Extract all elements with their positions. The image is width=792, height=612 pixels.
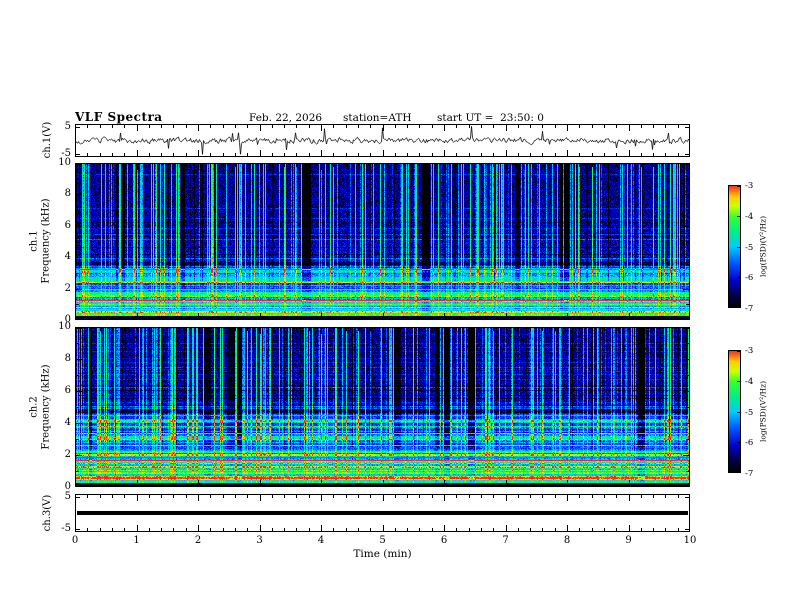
colorbar-ch2-tick-label: -6 [745, 438, 754, 449]
x-tick-label: 8 [563, 535, 571, 546]
colorbar-ch2-tick-label: -7 [745, 469, 754, 479]
header-station: station=ATH [343, 112, 412, 124]
x-tick-label: 1 [133, 535, 140, 546]
x-tick-label: 4 [317, 535, 325, 546]
x-tick-label: 0 [71, 535, 79, 546]
ch1-spec-y-tick-label: 8 [64, 188, 71, 200]
colorbar-ch2-tick-label: -5 [745, 407, 754, 418]
x-axis-label: Time (min) [353, 548, 412, 560]
ch2-spec-y-tick-label: 6 [64, 385, 71, 396]
ch1-spec-ylabel-line1: ch.1 [28, 230, 40, 252]
page-title: VLF Spectra [75, 110, 163, 124]
colorbar-ch1-tick-label: -4 [745, 211, 754, 222]
ch1-spec-y-tick-label: 10 [58, 157, 71, 168]
ch1-spec-ylabel: ch.1 Frequency (kHz) [29, 163, 53, 320]
ch2-spec-y-tick-label: 10 [58, 321, 71, 332]
ch2-spec-y-tick-label: 2 [64, 449, 71, 460]
colorbar-ch2-tick-label: -3 [745, 346, 754, 356]
x-tick-label: 3 [256, 535, 263, 546]
ch1-spec-ylabel-line2: Frequency (kHz) [40, 198, 52, 284]
ch3-waveform-canvas [75, 494, 690, 532]
ch1-spec-y-tick-label: 6 [64, 219, 71, 231]
header-start-ut: start UT = 23:50: 0 [437, 112, 544, 124]
ch1-spectrogram-canvas [75, 163, 690, 320]
ch2-spec-y-tick-label: 0 [64, 481, 71, 492]
ch2-spectrogram-canvas [75, 327, 690, 487]
ch1-wave-y-tick-label: 5 [64, 120, 71, 132]
x-tick-label: 7 [502, 535, 509, 546]
x-tick-label: 2 [194, 535, 202, 546]
header-date: Feb. 22, 2026 [249, 112, 323, 124]
ch3-wave-y-tick-label: -5 [61, 522, 71, 534]
vlf-spectra-plot: VLF Spectra Feb. 22, 2026 station=ATH st… [0, 0, 792, 612]
x-tick-label: 9 [625, 535, 632, 546]
colorbar-ch1-canvas [728, 185, 741, 308]
x-tick-label: 6 [440, 535, 448, 546]
colorbar-ch1-tick-label: -5 [745, 242, 754, 253]
colorbar-ch1-tick-label: -7 [745, 304, 754, 314]
ch1-spec-y-tick-label: 4 [64, 251, 71, 263]
ch2-spec-y-tick-label: 4 [64, 417, 71, 428]
x-tick-label: 5 [379, 535, 386, 546]
ch1-waveform-canvas [75, 124, 690, 157]
ch2-spec-y-tick-label: 8 [64, 353, 71, 364]
colorbar-ch1-tick-label: -3 [745, 181, 754, 191]
x-tick-label: 10 [683, 535, 697, 546]
colorbar-ch2-canvas [728, 350, 741, 473]
ch1-spec-y-tick-label: 2 [64, 282, 71, 294]
colorbar-ch2-tick-label: -4 [745, 376, 754, 387]
colorbar-ch1-tick-label: -6 [745, 273, 754, 284]
